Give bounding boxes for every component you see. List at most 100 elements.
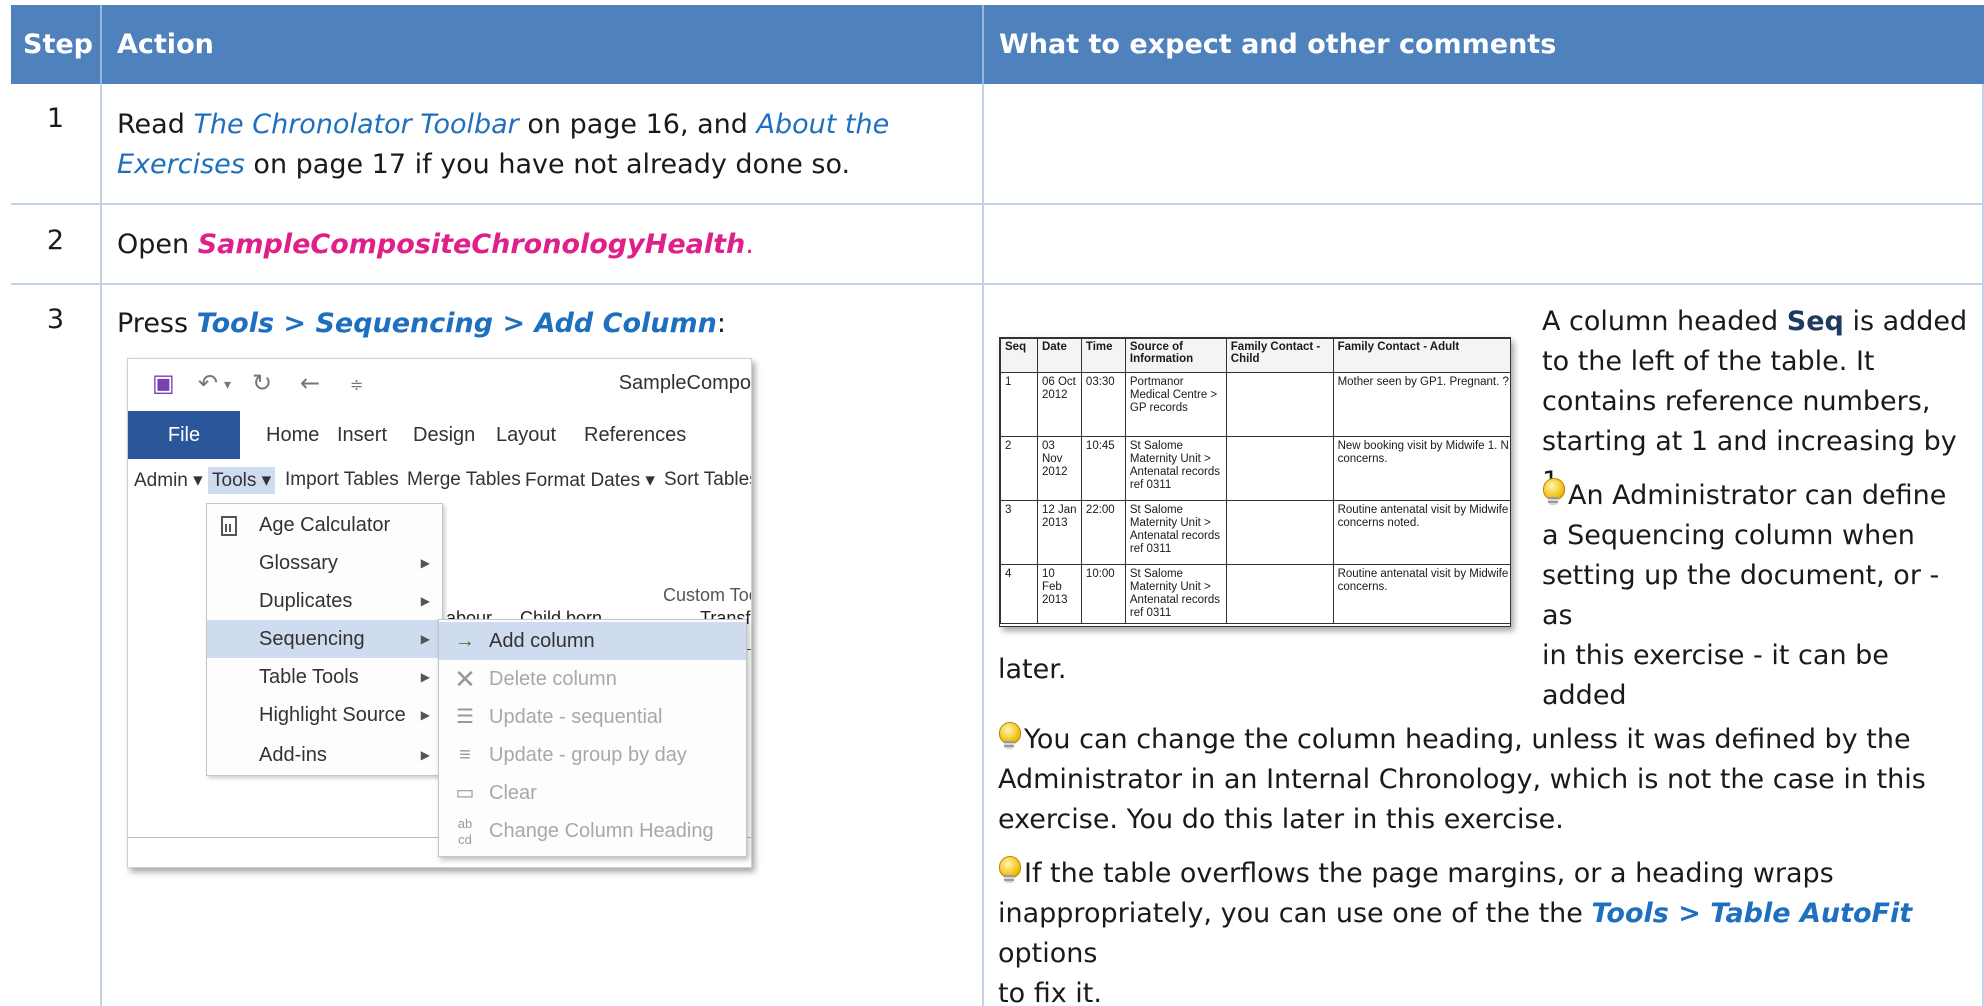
cell: Portmanor Medical Centre > GP records (1124, 372, 1227, 437)
tools-dropdown: Age Calculator Glossary ▶ Duplicates ▶ Seq… (206, 503, 443, 776)
menu-item-update-group-by-day[interactable]: ≡ Update - group by day (439, 736, 746, 774)
cell (1225, 372, 1334, 437)
header-step: Step (23, 29, 93, 60)
menu-item-highlight-source[interactable]: Highlight Source ▶ (207, 696, 442, 734)
menu-item-change-column-heading[interactable]: ab cd Change Column Heading (439, 812, 746, 850)
save-icon[interactable]: ▣ (152, 369, 175, 397)
command-add-column: Tools > Sequencing > Add Column (196, 308, 717, 339)
lightbulb-icon (1542, 478, 1565, 506)
tab-design[interactable]: Design (413, 411, 475, 459)
chevron-down-icon[interactable]: ▾ (224, 377, 231, 393)
col-header: Seq (1000, 338, 1038, 373)
link-about-exercises[interactable]: Exercises (117, 149, 245, 180)
tab-layout[interactable]: Layout (496, 411, 556, 459)
cell: St Salome Maternity Unit > Antenatal rec… (1124, 564, 1227, 624)
format-dates-menu[interactable]: Format Dates ▾ (525, 469, 655, 492)
numbered-list-icon: ☰ (456, 706, 474, 728)
cell: St Salome Maternity Unit > Antenatal rec… (1124, 436, 1227, 501)
cell (1225, 564, 1334, 624)
cell: 10:45 (1080, 436, 1126, 501)
table-row: 1 06 Oct 2012 03:30 Portmanor Medical Ce… (1000, 372, 1510, 437)
comment-seq-added: A column headed Seq is added to the left… (1542, 306, 1968, 497)
cell: 06 Oct 2012 (1036, 372, 1082, 437)
comment-autofit-tip: If the table overflows the page margins,… (998, 856, 1913, 1006)
chronology-table: Seq Date Time Source of Information Fami… (1000, 338, 1510, 624)
table-row: 2 03 Nov 2012 10:45 St Salome Maternity … (1000, 436, 1510, 501)
redo-icon[interactable]: ↻ (252, 369, 272, 397)
calculator-icon (221, 516, 237, 536)
link-chronolator-toolbar[interactable]: The Chronolator Toolbar (193, 109, 518, 140)
step-1-action: Read The Chronolator Toolbar on page 16,… (117, 109, 890, 180)
merge-tables-button[interactable]: Merge Tables (407, 469, 521, 491)
tab-insert[interactable]: Insert (337, 411, 387, 459)
filename-sample: SampleCompositeChronologyHealth (197, 229, 746, 260)
menu-item-age-calculator[interactable]: Age Calculator (207, 506, 442, 544)
col-header: Time (1080, 338, 1126, 373)
submenu-arrow-icon: ▶ (420, 670, 430, 684)
cell: New booking visit by Midwife 1. N concer… (1332, 436, 1510, 501)
menu-item-sequencing[interactable]: Sequencing ▶ (207, 620, 442, 658)
cell: 4 (1000, 564, 1038, 624)
col-header: Family Contact - Child (1225, 338, 1334, 373)
tab-file[interactable]: File (128, 411, 240, 459)
menu-item-glossary[interactable]: Glossary ▶ (207, 544, 442, 582)
submenu-arrow-icon: ▶ (420, 748, 430, 762)
table-header: Step Action What to expect and other com… (11, 5, 1984, 84)
header-expect: What to expect and other comments (999, 29, 1557, 60)
table-row: 4 10 Feb 2013 10:00 St Salome Maternity … (1000, 564, 1510, 624)
header-divider (982, 5, 984, 84)
header-divider (100, 5, 102, 84)
seq-label: Seq (1786, 306, 1844, 337)
import-tables-button[interactable]: Import Tables (285, 469, 399, 491)
undo-icon[interactable]: ↶ (198, 369, 218, 397)
menu-item-table-tools[interactable]: Table Tools ▶ (207, 658, 442, 696)
cell: 3 (1000, 500, 1038, 565)
cell: 12 Jan 2013 (1036, 500, 1082, 565)
ribbon-tabs: File Home Insert Design Layout Reference… (128, 411, 751, 459)
sequencing-submenu: → Add column ✕ Delete column ☰ Update - seq… (438, 619, 747, 857)
menu-item-add-ins[interactable]: Add-ins ▶ (207, 736, 442, 774)
tab-home[interactable]: Home (266, 411, 319, 459)
admin-menu[interactable]: Admin ▾ (134, 469, 203, 492)
sort-tables-button[interactable]: Sort Tables (664, 469, 751, 491)
column-divider (982, 84, 984, 1006)
col-header: Date (1036, 338, 1082, 373)
tools-menu[interactable]: Tools ▾ (208, 467, 276, 494)
quick-access-toolbar: ▣ ↶ ▾ ↻ ← ≑ SampleCompo (128, 359, 751, 411)
header-action: Action (117, 29, 214, 60)
menu-item-clear[interactable]: ▭ Clear (439, 774, 746, 812)
row-divider (11, 203, 1984, 205)
cell (1225, 436, 1334, 501)
back-arrow-icon[interactable]: ← (300, 369, 320, 397)
cell: 10 Feb 2013 (1036, 564, 1082, 624)
step-3-action: Press Tools > Sequencing > Add Column: (117, 308, 726, 339)
cell: Mother seen by GP1. Pregnant. ? LMP. (1332, 372, 1510, 437)
submenu-arrow-icon: ▶ (420, 556, 430, 570)
menu-item-delete-column[interactable]: ✕ Delete column (439, 660, 746, 698)
document-title: SampleCompo (618, 372, 751, 394)
col-header: Source of Information (1124, 338, 1227, 373)
cell: 22:00 (1080, 500, 1126, 565)
command-table-autofit: Tools > Table AutoFit (1591, 898, 1913, 929)
menu-item-add-column[interactable]: → Add column (439, 622, 746, 660)
link-about-exercises[interactable]: About the (757, 109, 890, 140)
table-row: 3 12 Jan 2013 22:00 St Salome Maternity … (1000, 500, 1510, 565)
chronolator-toolbar: Admin ▾ Tools ▾ Import Tables Merge Tabl… (128, 459, 751, 503)
cell: Routine antenatal visit by Midwife conce… (1332, 500, 1510, 565)
cell: St Salome Maternity Unit > Antenatal rec… (1124, 500, 1227, 565)
comment-admin-tip: An Administrator can define a Sequencing… (1542, 478, 1947, 711)
menu-item-update-sequential[interactable]: ☰ Update - sequential (439, 698, 746, 736)
tab-references[interactable]: References (584, 411, 686, 459)
submenu-arrow-icon: ▶ (420, 594, 430, 608)
cell: 10:00 (1080, 564, 1126, 624)
cell: 1 (1000, 372, 1038, 437)
eraser-icon: ▭ (455, 782, 475, 804)
customize-icon[interactable]: ≑ (350, 375, 363, 394)
submenu-arrow-icon: ▶ (420, 708, 430, 722)
menu-item-duplicates[interactable]: Duplicates ▶ (207, 582, 442, 620)
comment-later: later. (998, 654, 1067, 685)
submenu-arrow-icon: ▶ (420, 632, 430, 646)
column-divider (100, 84, 102, 1006)
col-header: Family Contact - Adult (1332, 338, 1510, 373)
arrow-right-icon: → (455, 630, 475, 652)
